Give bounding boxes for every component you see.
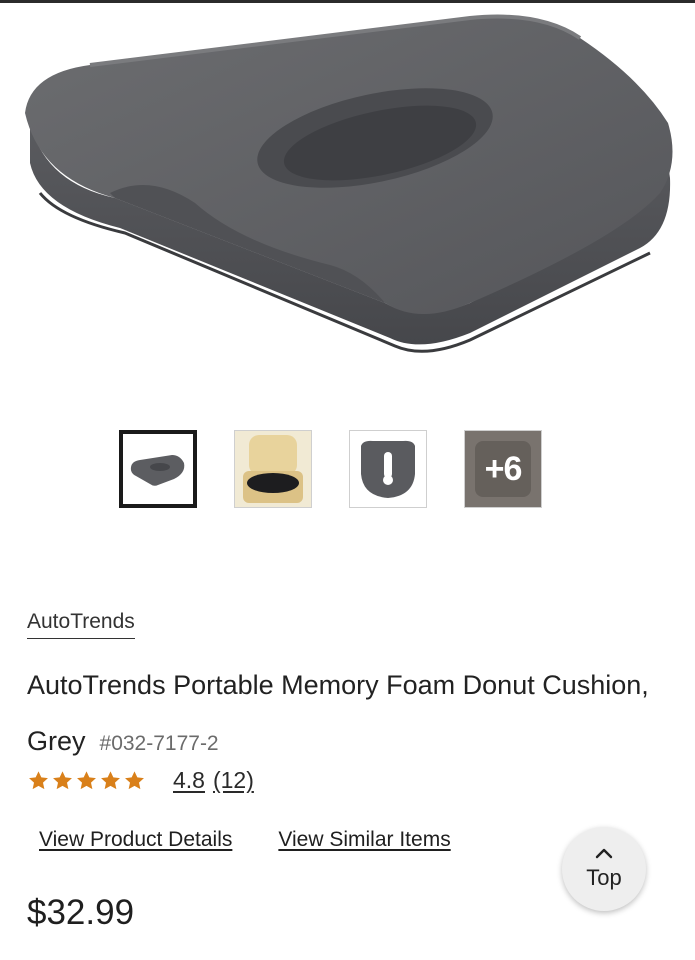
product-main-image[interactable]: [0, 3, 695, 403]
star-icon: [53, 770, 72, 789]
rating-row: 4.8 (12): [27, 767, 254, 794]
more-images-count: +6: [484, 449, 523, 488]
rating-stars: [27, 770, 146, 792]
thumbnail-1-selected[interactable]: [119, 430, 197, 508]
rating-value-link[interactable]: 4.8: [173, 767, 205, 794]
back-to-top-button[interactable]: Top: [562, 827, 646, 911]
cushion-image: [25, 14, 673, 353]
product-price: $32.99: [27, 893, 135, 932]
cushion-top-view-thumbnail-image: [361, 440, 415, 498]
car-seat-thumbnail-image: [235, 431, 311, 507]
thumbnail-2[interactable]: [234, 430, 312, 508]
view-similar-items-link[interactable]: View Similar Items: [278, 828, 450, 852]
product-sku: #032-7177-2: [99, 732, 219, 755]
product-title-block: AutoTrends Portable Memory Foam Donut Cu…: [27, 657, 667, 772]
brand-link[interactable]: AutoTrends: [27, 610, 135, 639]
back-to-top-label: Top: [586, 865, 622, 890]
cushion-thumbnail-image: [130, 455, 185, 486]
view-product-details-link[interactable]: View Product Details: [39, 828, 232, 852]
star-icon: [77, 770, 96, 789]
product-links: View Product Details View Similar Items: [39, 828, 451, 852]
star-icon: [101, 770, 120, 789]
review-count-link[interactable]: (12): [213, 767, 254, 794]
thumbnail-more[interactable]: +6: [464, 430, 542, 508]
chevron-up-icon: [595, 848, 613, 859]
star-icon: [125, 770, 144, 789]
thumbnail-3[interactable]: [349, 430, 427, 508]
star-icon: [29, 770, 48, 789]
thumbnail-strip: +6: [119, 430, 542, 508]
